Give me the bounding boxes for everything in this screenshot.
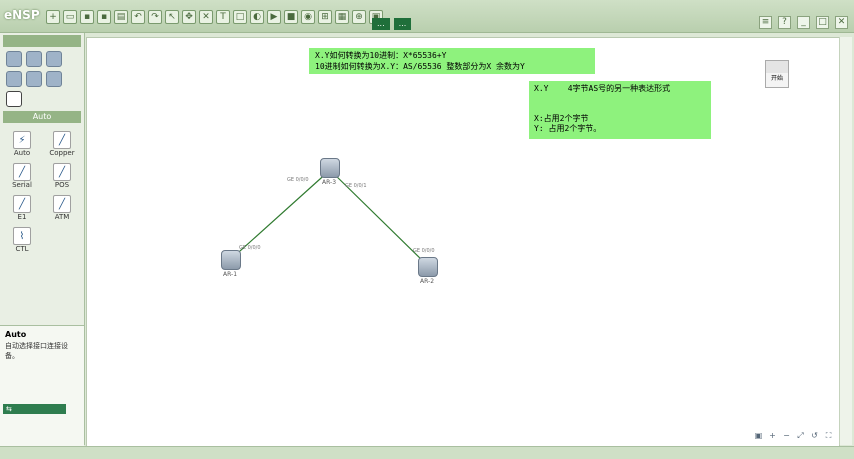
router-ar1-label: AR-1 <box>223 271 238 278</box>
cable-label: Serial <box>12 181 32 189</box>
topo-icon[interactable]: ⊞ <box>318 10 332 24</box>
zoom-out-icon[interactable]: − <box>782 431 791 440</box>
cable-panel-header: Auto <box>3 111 81 123</box>
cable-icon: ╱ <box>53 163 71 181</box>
help-icon[interactable]: ? <box>778 16 791 29</box>
cable-label: POS <box>54 181 70 189</box>
app-title: eNSP <box>4 8 40 22</box>
vertical-scrollbar[interactable] <box>839 37 852 445</box>
zoom-icon[interactable]: ⊕ <box>352 10 366 24</box>
router-ar2-label: AR-2 <box>420 278 435 285</box>
router-ar2[interactable] <box>418 257 438 277</box>
cable-grid: ⚡ Auto ╱ Copper ╱ Serial ╱ POS ╱ E1 ╱ ATM ⌇ CTL <box>0 125 84 259</box>
select-icon[interactable]: ↖ <box>165 10 179 24</box>
delete-icon[interactable]: ✕ <box>199 10 213 24</box>
link-layer <box>229 169 428 266</box>
if-label-ar2-g0: GE 0/0/0 <box>413 248 435 254</box>
cable-item[interactable]: ⚡ Auto <box>2 131 42 157</box>
save-icon[interactable]: ▪ <box>80 10 94 24</box>
stop-icon[interactable]: ■ <box>284 10 298 24</box>
palette-icon[interactable]: ◐ <box>250 10 264 24</box>
toolbar: + ▭ ▪ ▪ ▤ ↶ ↷ ↖ ✥ ✕ T □ ◐ ▶ ■ ◉ ⊞ ▦ ⊕ ▣ <box>46 10 383 24</box>
move-icon[interactable]: ✥ <box>182 10 196 24</box>
cable-icon: ⌇ <box>13 227 31 245</box>
menu-icon[interactable]: ≡ <box>759 16 772 29</box>
grid-icon[interactable]: ▦ <box>335 10 349 24</box>
description-title: Auto <box>5 330 27 339</box>
window-controls: ≡ ? _ □ ✕ <box>759 16 848 29</box>
center-button-1[interactable]: ... <box>372 18 390 30</box>
cable-item[interactable]: ╱ ATM <box>42 195 82 221</box>
fit-icon[interactable]: ⤢ <box>796 431 805 440</box>
status-bar <box>0 446 854 459</box>
cable-item[interactable]: ╱ Serial <box>2 163 42 189</box>
side-tool-label: 开始 <box>770 75 783 82</box>
cable-item[interactable]: ⌇ CTL <box>2 227 42 253</box>
cable-label: E1 <box>17 213 27 221</box>
description-panel: Auto 自动选择接口连接设备。 ⇆ <box>0 325 84 446</box>
device-category-grid <box>0 49 84 109</box>
redo-icon[interactable]: ↷ <box>148 10 162 24</box>
start-icon[interactable]: ▶ <box>267 10 281 24</box>
router-ar3-label: AR-3 <box>322 179 337 186</box>
router-ar3[interactable] <box>320 158 340 178</box>
cable-label: Auto <box>13 149 31 157</box>
pc-category-icon[interactable] <box>26 71 42 87</box>
fullscreen-icon[interactable]: ⛶ <box>824 431 833 440</box>
cable-item[interactable]: ╱ Copper <box>42 131 82 157</box>
device-panel-header <box>3 35 81 47</box>
title-bar: eNSP + ▭ ▪ ▪ ▤ ↶ ↷ ↖ ✥ ✕ T □ ◐ ▶ ■ ◉ ⊞ ▦… <box>0 0 854 33</box>
saveas-icon[interactable]: ▪ <box>97 10 111 24</box>
cable-icon: ╱ <box>53 195 71 213</box>
cable-label: CTL <box>15 245 29 253</box>
if-label-ar1-g0: GE 0/0/0 <box>239 245 261 251</box>
text-icon[interactable]: T <box>216 10 230 24</box>
toolbar-center: ... ... <box>372 18 412 30</box>
cable-icon: ╱ <box>53 131 71 149</box>
switch-category-icon[interactable] <box>26 51 42 67</box>
topology-canvas[interactable]: X.Y如何转换为10进制：X*65536+Y 10进制如何转换为X.Y：AS/6… <box>86 37 840 447</box>
cable-item[interactable]: ╱ POS <box>42 163 82 189</box>
router-ar1[interactable] <box>221 250 241 270</box>
firewall-category-icon[interactable] <box>6 71 22 87</box>
description-text: 自动选择接口连接设备。 <box>5 342 68 360</box>
cable-label: Copper <box>49 149 75 157</box>
side-tool-panel[interactable]: 开始 <box>765 60 789 88</box>
open-icon[interactable]: ▭ <box>63 10 77 24</box>
close-icon[interactable]: ✕ <box>835 16 848 29</box>
cable-icon: ╱ <box>13 163 31 181</box>
cable-icon: ⚡ <box>13 131 31 149</box>
wlan-category-icon[interactable] <box>46 51 62 67</box>
console-icon[interactable]: ▣ <box>754 431 763 440</box>
if-label-ar3-g0: GE 0/0/0 <box>287 177 309 183</box>
undo-icon[interactable]: ↶ <box>131 10 145 24</box>
description-toggle[interactable]: ⇆ <box>3 404 66 414</box>
print-icon[interactable]: ▤ <box>114 10 128 24</box>
new-icon[interactable]: + <box>46 10 60 24</box>
center-button-2[interactable]: ... <box>393 18 412 30</box>
capture-icon[interactable]: ◉ <box>301 10 315 24</box>
router-category-icon[interactable] <box>6 51 22 67</box>
maximize-icon[interactable]: □ <box>816 16 829 29</box>
zoom-in-icon[interactable]: + <box>768 431 777 440</box>
cable-label: ATM <box>54 213 70 221</box>
device-panel: Auto ⚡ Auto ╱ Copper ╱ Serial ╱ POS ╱ E1 ╱ ATM ⌇ CTL … <box>0 33 85 446</box>
rect-icon[interactable]: □ <box>233 10 247 24</box>
side-tool-icon <box>766 61 788 73</box>
canvas-bottom-tools: ▣ + − ⤢ ↺ ⛶ <box>754 431 833 440</box>
reset-icon[interactable]: ↺ <box>810 431 819 440</box>
cable-item[interactable]: ╱ E1 <box>2 195 42 221</box>
cable-category-icon[interactable] <box>6 91 22 107</box>
cable-icon: ╱ <box>13 195 31 213</box>
cloud-category-icon[interactable] <box>46 71 62 87</box>
if-label-ar3-g1: GE 0/0/1 <box>345 183 367 189</box>
minimize-icon[interactable]: _ <box>797 16 810 29</box>
